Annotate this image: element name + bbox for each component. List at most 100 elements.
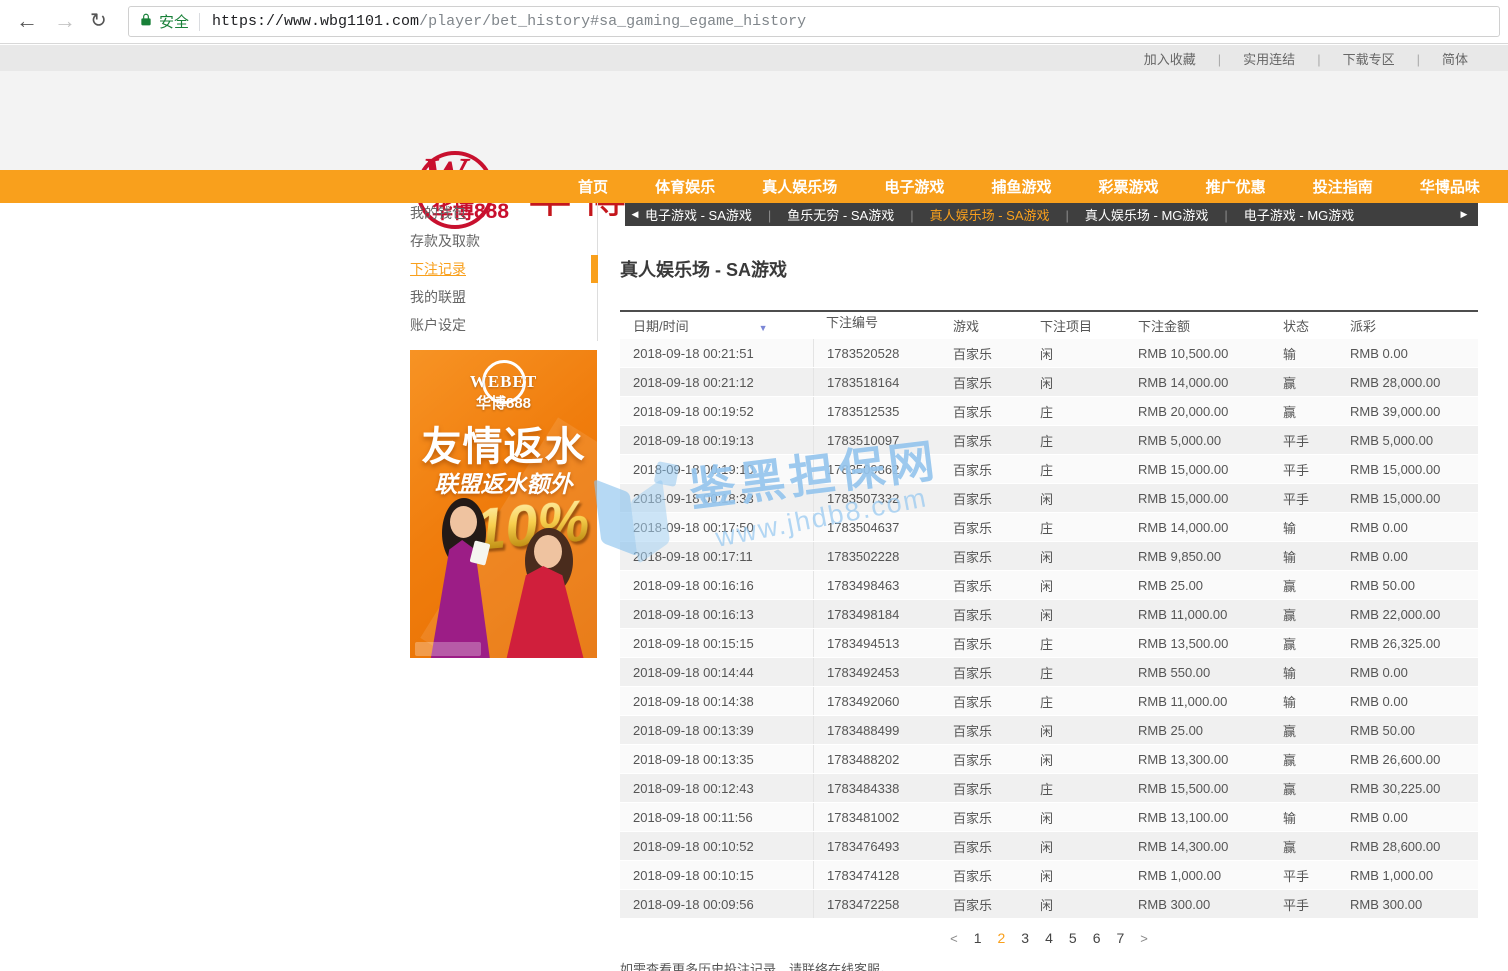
browser-reload-icon[interactable]: ↻ (90, 6, 107, 36)
nav-item[interactable]: 首页 (578, 176, 608, 197)
url-separator (199, 13, 200, 31)
nav-item[interactable]: 推广优惠 (1206, 176, 1266, 197)
cell-status: 赢 (1270, 837, 1337, 856)
promo-banner[interactable]: WEBET 华博888 友情返水 联盟返水额外 10% (410, 350, 597, 658)
pagination: < 1234567 > (620, 930, 1478, 946)
subnav-scroll-right-icon[interactable]: ▶ (1454, 209, 1474, 220)
cell-status: 平手 (1270, 895, 1337, 914)
pagination-prev[interactable]: < (950, 931, 958, 946)
cell-bet-id: 1783472258 (813, 890, 940, 918)
address-bar[interactable]: 安全 https://www.wbg1101.com/player/bet_hi… (128, 6, 1500, 37)
utility-bar: 加入收藏实用连结下载专区简体 (0, 45, 1508, 71)
cell-bet-item: 庄 (1027, 779, 1125, 798)
cell-status: 输 (1270, 808, 1337, 827)
pagination-page[interactable]: 6 (1093, 930, 1101, 946)
utility-link[interactable]: 加入收藏 (1144, 49, 1196, 68)
browser-window: ← → ↻ 安全 https://www.wbg1101.com/player/… (0, 0, 1508, 971)
sidebar-item[interactable]: 账户设定 (410, 311, 598, 339)
cell-bet-amount: RMB 11,000.00 (1125, 607, 1270, 622)
cell-bet-item: 闲 (1027, 750, 1125, 769)
cell-payout: RMB 0.00 (1337, 694, 1478, 709)
cell-game: 百家乐 (940, 431, 1027, 450)
utility-link[interactable]: 简体 (1395, 49, 1468, 68)
nav-item[interactable]: 投注指南 (1313, 176, 1373, 197)
cell-date: 2018-09-18 00:12:43 (620, 781, 813, 796)
utility-link[interactable]: 下载专区 (1295, 49, 1394, 68)
pagination-page[interactable]: 1 (974, 930, 982, 946)
cell-bet-item: 庄 (1027, 402, 1125, 421)
cell-bet-amount: RMB 15,500.00 (1125, 781, 1270, 796)
sidebar-active-indicator (591, 255, 598, 283)
pagination-page[interactable]: 3 (1021, 930, 1029, 946)
cell-date: 2018-09-18 00:15:15 (620, 636, 813, 651)
nav-item[interactable]: 华博品味 (1420, 176, 1480, 197)
account-sidebar: 我的钱包存款及取款下注记录我的联盟账户设定 (410, 199, 598, 339)
cell-payout: RMB 0.00 (1337, 549, 1478, 564)
nav-item[interactable]: 体育娱乐 (655, 176, 715, 197)
cell-bet-item: 庄 (1027, 431, 1125, 450)
cell-bet-id: 1783498463 (813, 571, 940, 599)
history-note: 如需查看更多历史投注记录，请联络在线客服。 (620, 959, 1478, 971)
cell-date: 2018-09-18 00:19:10 (620, 462, 813, 477)
cell-bet-amount: RMB 14,000.00 (1125, 375, 1270, 390)
subnav-tab[interactable]: 电子游戏 - SA游戏 (645, 205, 752, 224)
subnav-scroll-left-icon[interactable]: ◀ (625, 209, 645, 220)
cell-bet-item: 闲 (1027, 605, 1125, 624)
pagination-page[interactable]: 4 (1045, 930, 1053, 946)
table-row: 2018-09-18 00:17:50 1783504637 百家乐 庄 RMB… (620, 513, 1478, 542)
cell-bet-id: 1783518164 (813, 368, 940, 396)
browser-forward-icon[interactable]: → (54, 6, 76, 36)
banner-logo-webet: WEBET (410, 372, 597, 392)
cell-game: 百家乐 (940, 692, 1027, 711)
cell-bet-amount: RMB 13,100.00 (1125, 810, 1270, 825)
table-row: 2018-09-18 00:09:56 1783472258 百家乐 闲 RMB… (620, 890, 1478, 919)
cell-bet-item: 闲 (1027, 344, 1125, 363)
cell-date: 2018-09-18 00:14:44 (620, 665, 813, 680)
table-header-row: 日期/时间▼ 下注编号 游戏 下注项目 下注金额 状态 派彩 (620, 310, 1478, 339)
pagination-page[interactable]: 2 (998, 930, 1006, 946)
nav-item[interactable]: 捕鱼游戏 (991, 176, 1051, 197)
cell-bet-id: 1783507332 (813, 484, 940, 512)
banner-overlay-tag (415, 642, 481, 656)
sort-icon[interactable]: ▼ (759, 323, 768, 333)
sidebar-item[interactable]: 下注记录 (410, 255, 598, 283)
cell-payout: RMB 26,600.00 (1337, 752, 1478, 767)
browser-back-icon[interactable]: ← (16, 6, 38, 36)
cell-bet-item: 闲 (1027, 373, 1125, 392)
subnav-tab[interactable]: 真人娱乐场 - MG游戏 (1050, 205, 1209, 224)
nav-item[interactable]: 电子游戏 (884, 176, 944, 197)
cell-payout: RMB 30,225.00 (1337, 781, 1478, 796)
sidebar-item[interactable]: 我的钱包 (410, 199, 598, 227)
main-content: 真人娱乐场 - SA游戏 日期/时间▼ 下注编号 游戏 下注项目 下注金额 状态… (620, 226, 1478, 971)
pagination-page[interactable]: 7 (1116, 930, 1124, 946)
cell-payout: RMB 39,000.00 (1337, 404, 1478, 419)
nav-item[interactable]: 真人娱乐场 (762, 176, 837, 197)
cell-payout: RMB 22,000.00 (1337, 607, 1478, 622)
pagination-next[interactable]: > (1140, 931, 1148, 946)
cell-payout: RMB 26,325.00 (1337, 636, 1478, 651)
nav-item[interactable]: 彩票游戏 (1099, 176, 1159, 197)
cell-bet-item: 闲 (1027, 837, 1125, 856)
cell-payout: RMB 50.00 (1337, 723, 1478, 738)
utility-link[interactable]: 实用连结 (1196, 49, 1295, 68)
cell-status: 输 (1270, 663, 1337, 682)
sidebar-item[interactable]: 存款及取款 (410, 227, 598, 255)
pagination-page[interactable]: 5 (1069, 930, 1077, 946)
subnav-tab[interactable]: 电子游戏 - MG游戏 (1208, 205, 1354, 224)
cell-status: 赢 (1270, 721, 1337, 740)
subnav-tab[interactable]: 鱼乐无穷 - SA游戏 (752, 205, 894, 224)
cell-date: 2018-09-18 00:19:52 (620, 404, 813, 419)
table-row: 2018-09-18 00:21:51 1783520528 百家乐 闲 RMB… (620, 339, 1478, 368)
site-header: W WEBET 华博888 华博娱乐 欢迎回来 ↻ 账户结余 RMB 0.90 … (0, 71, 1508, 170)
cell-game: 百家乐 (940, 721, 1027, 740)
cell-bet-item: 庄 (1027, 634, 1125, 653)
cell-date: 2018-09-18 00:17:11 (620, 549, 813, 564)
sidebar-item[interactable]: 我的联盟 (410, 283, 598, 311)
subnav-tab[interactable]: 真人娱乐场 - SA游戏 (894, 205, 1049, 224)
cell-payout: RMB 5,000.00 (1337, 433, 1478, 448)
col-date[interactable]: 日期/时间▼ (620, 316, 813, 335)
cell-payout: RMB 15,000.00 (1337, 462, 1478, 477)
secure-lock-icon (139, 12, 153, 32)
cell-date: 2018-09-18 00:13:39 (620, 723, 813, 738)
cell-status: 赢 (1270, 402, 1337, 421)
